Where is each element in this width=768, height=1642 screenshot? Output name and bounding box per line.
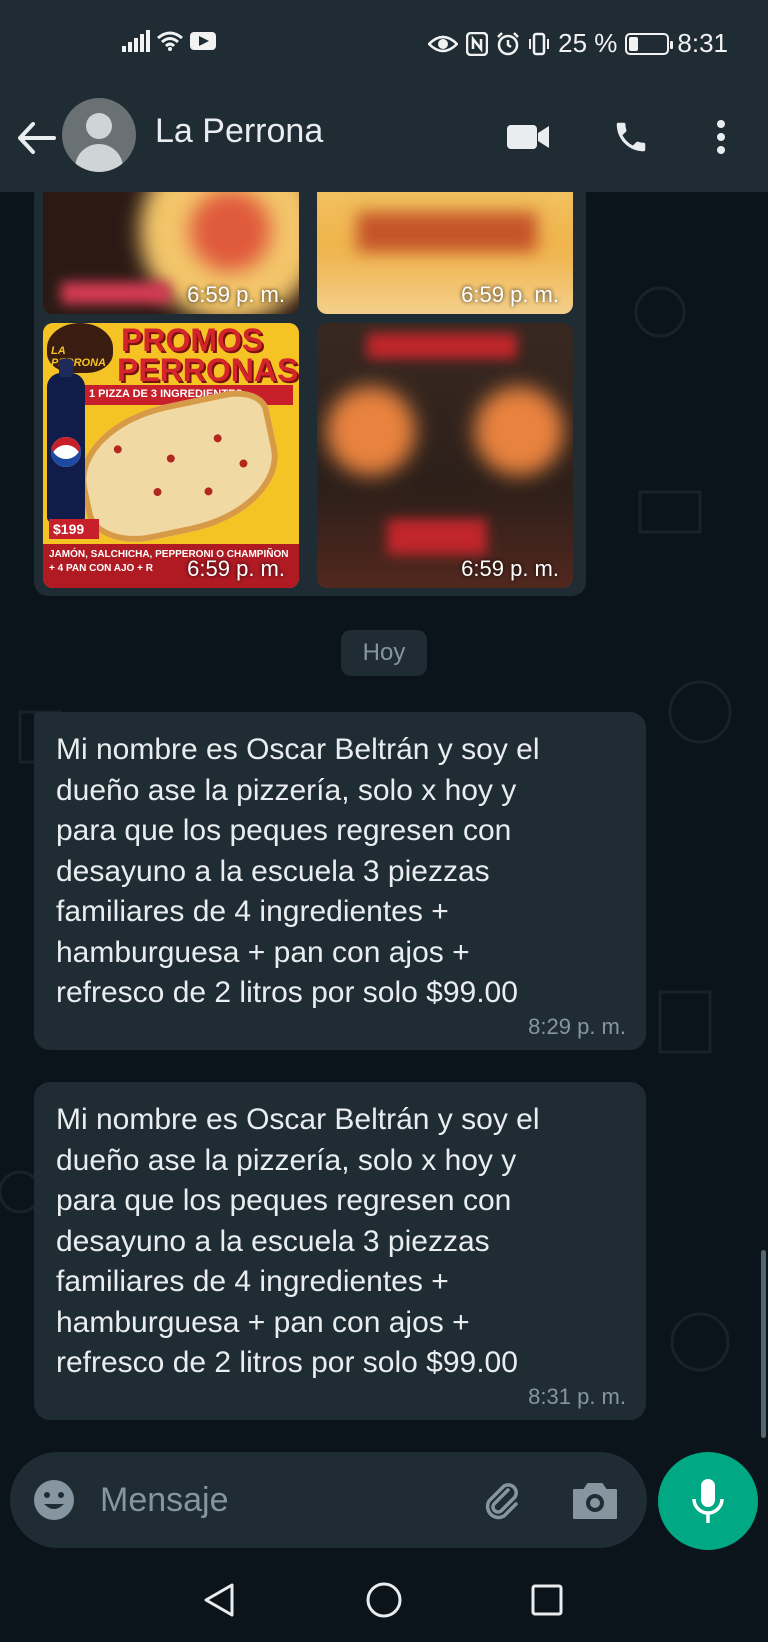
nfc-icon xyxy=(466,31,489,56)
media-timestamp: 6:59 p. m. xyxy=(187,282,285,307)
date-divider: Hoy xyxy=(341,630,427,676)
pizzeria-logo: LA PERRONA xyxy=(47,323,113,373)
media-image[interactable]: 6:59 p. m. xyxy=(317,323,573,588)
video-call-button[interactable] xyxy=(503,112,553,162)
nav-back-button[interactable] xyxy=(194,1578,244,1622)
avatar[interactable] xyxy=(62,98,136,172)
message-composer xyxy=(10,1452,647,1548)
status-left-icons xyxy=(122,30,216,52)
media-message: 6:59 p. m. 6:59 p. m. LA PERRONA PROMOS … xyxy=(34,192,586,596)
status-right-icons: 25 % 8:31 xyxy=(428,28,728,59)
wifi-icon xyxy=(157,31,183,51)
video-call-icon xyxy=(507,125,549,149)
signal-icon xyxy=(122,30,150,52)
media-timestamp: 6:59 p. m. xyxy=(461,556,559,581)
nav-recents-icon xyxy=(531,1584,563,1616)
incoming-message[interactable]: Mi nombre es Oscar Beltrán y soy el dueñ… xyxy=(34,712,646,1050)
nav-home-button[interactable] xyxy=(359,1578,409,1622)
alarm-icon xyxy=(497,31,520,55)
clock: 8:31 xyxy=(677,28,728,58)
scrollbar[interactable] xyxy=(761,1250,766,1438)
media-timestamp: 6:59 p. m. xyxy=(461,282,559,307)
message-text: Mi nombre es Oscar Beltrán y soy el dueñ… xyxy=(56,733,540,1009)
vibrate-icon xyxy=(529,32,550,55)
more-options-icon xyxy=(717,120,725,154)
message-time: 8:31 p. m. xyxy=(528,1384,626,1409)
pizza-image xyxy=(67,383,291,553)
media-timestamp: 6:59 p. m. xyxy=(187,556,285,581)
promo-image[interactable]: LA PERRONA PROMOS PERRONAS 1 PIZZA DE 3 … xyxy=(43,323,299,588)
back-button[interactable] xyxy=(14,116,58,160)
nav-back-icon xyxy=(204,1583,234,1617)
phone-call-icon xyxy=(616,122,646,152)
message-input[interactable] xyxy=(100,1478,430,1522)
emoji-icon[interactable] xyxy=(32,1478,76,1522)
microphone-icon xyxy=(692,1479,724,1523)
eye-icon xyxy=(428,35,459,52)
chat-header: La Perrona xyxy=(0,92,768,192)
battery-percent: 25 % xyxy=(558,28,618,58)
youtube-notification-icon xyxy=(190,32,216,50)
soda-bottle-image xyxy=(47,359,85,523)
system-nav-bar xyxy=(0,1560,768,1642)
chat-area[interactable]: 6:59 p. m. 6:59 p. m. LA PERRONA PROMOS … xyxy=(0,192,768,1452)
voice-call-button[interactable] xyxy=(606,112,656,162)
back-arrow-icon xyxy=(18,122,56,154)
message-time: 8:29 p. m. xyxy=(528,1014,626,1039)
more-options-button[interactable] xyxy=(696,112,746,162)
media-image[interactable]: 6:59 p. m. xyxy=(317,192,573,314)
promo-price: $199 xyxy=(49,519,99,539)
voice-message-button[interactable] xyxy=(658,1452,758,1550)
attach-icon[interactable] xyxy=(478,1476,526,1524)
battery-icon xyxy=(625,32,674,55)
promo-title: PROMOS PERRONAS xyxy=(117,323,299,388)
camera-icon[interactable] xyxy=(570,1476,620,1524)
message-text: Mi nombre es Oscar Beltrán y soy el dueñ… xyxy=(56,1103,540,1379)
nav-home-icon xyxy=(366,1582,402,1618)
nav-recents-button[interactable] xyxy=(522,1578,572,1622)
status-bar: 25 % 8:31 xyxy=(0,0,768,92)
contact-name[interactable]: La Perrona xyxy=(155,112,323,151)
media-image[interactable]: 6:59 p. m. xyxy=(43,192,299,314)
incoming-message[interactable]: Mi nombre es Oscar Beltrán y soy el dueñ… xyxy=(34,1082,646,1420)
